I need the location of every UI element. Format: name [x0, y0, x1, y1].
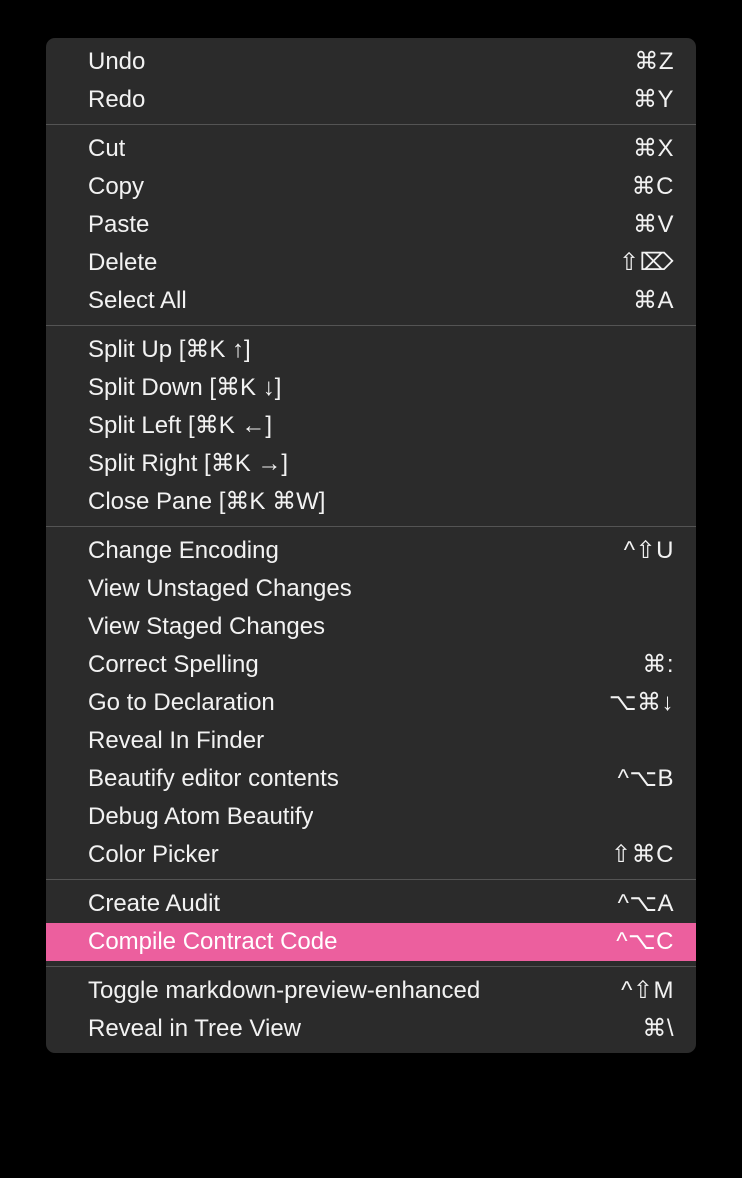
- menu-item-label: Delete: [88, 249, 158, 276]
- menu-item-undo[interactable]: Undo ⌘Z: [46, 43, 696, 81]
- menu-item-label: Correct Spelling: [88, 651, 259, 678]
- menu-item-close-pane[interactable]: Close Pane [⌘K ⌘W]: [46, 483, 696, 521]
- menu-item-shortcut: ⌘Z: [634, 48, 674, 75]
- menu-item-label: Split Right [⌘K →]: [88, 450, 289, 477]
- menu-item-label: Reveal in Tree View: [88, 1015, 301, 1042]
- menu-item-split-left[interactable]: Split Left [⌘K ←]: [46, 407, 696, 445]
- menu-item-label: Create Audit: [88, 890, 221, 917]
- menu-item-label: Split Left [⌘K ←]: [88, 412, 273, 439]
- menu-item-beautify-editor-contents[interactable]: Beautify editor contents ^⌥B: [46, 760, 696, 798]
- menu-item-view-staged-changes[interactable]: View Staged Changes: [46, 608, 696, 646]
- menu-item-color-picker[interactable]: Color Picker ⇧⌘C: [46, 836, 696, 874]
- menu-item-label: Debug Atom Beautify: [88, 803, 314, 830]
- menu-item-split-down[interactable]: Split Down [⌘K ↓]: [46, 369, 696, 407]
- menu-item-change-encoding[interactable]: Change Encoding ^⇧U: [46, 532, 696, 570]
- menu-item-shortcut: ^⌥C: [616, 928, 674, 955]
- menu-section-clipboard: Cut ⌘X Copy ⌘C Paste ⌘V Delete ⇧⌦ Select All ⌘A: [46, 130, 696, 320]
- menu-item-create-audit[interactable]: Create Audit ^⌥A: [46, 885, 696, 923]
- menu-item-label: Redo: [88, 86, 146, 113]
- menu-item-shortcut: ^⇧U: [623, 537, 674, 564]
- menu-section-view-tools: Toggle markdown-preview-enhanced ^⇧M Revea…: [46, 972, 696, 1048]
- menu-item-label: Compile Contract Code: [88, 928, 338, 955]
- menu-item-shortcut: ^⌥B: [617, 765, 674, 792]
- menu-separator: [46, 966, 696, 967]
- menu-item-shortcut: ⌘\: [642, 1015, 674, 1042]
- menu-item-view-unstaged-changes[interactable]: View Unstaged Changes: [46, 570, 696, 608]
- menu-item-label: Split Down [⌘K ↓]: [88, 374, 282, 401]
- menu-item-go-to-declaration[interactable]: Go to Declaration ⌥⌘↓: [46, 684, 696, 722]
- menu-item-label: View Staged Changes: [88, 613, 326, 640]
- context-menu: Undo ⌘Z Redo ⌘Y Cut ⌘X Copy ⌘C Paste ⌘V Delete ⇧⌦ Se…: [46, 38, 696, 1053]
- menu-item-label: Color Picker: [88, 841, 219, 868]
- menu-item-shortcut: ^⇧M: [621, 977, 674, 1004]
- menu-section-panes: Split Up [⌘K ↑] Split Down [⌘K ↓] Split Le…: [46, 331, 696, 521]
- menu-item-label: Paste: [88, 211, 150, 238]
- menu-item-label: Select All: [88, 287, 187, 314]
- menu-separator: [46, 325, 696, 326]
- menu-item-shortcut: ⌘C: [631, 173, 674, 200]
- menu-section-contract-tools: Create Audit ^⌥A Compile Contract Code ^⌥C: [46, 885, 696, 961]
- menu-item-label: Change Encoding: [88, 537, 279, 564]
- menu-item-label: Toggle markdown-preview-enhanced: [88, 977, 481, 1004]
- menu-item-label: Split Up [⌘K ↑]: [88, 336, 251, 363]
- menu-item-shortcut: ⇧⌦: [618, 249, 674, 276]
- menu-item-delete[interactable]: Delete ⇧⌦: [46, 244, 696, 282]
- menu-item-label: Copy: [88, 173, 145, 200]
- menu-section-history: Undo ⌘Z Redo ⌘Y: [46, 43, 696, 119]
- menu-item-paste[interactable]: Paste ⌘V: [46, 206, 696, 244]
- menu-item-label: Reveal In Finder: [88, 727, 265, 754]
- menu-item-correct-spelling[interactable]: Correct Spelling ⌘:: [46, 646, 696, 684]
- menu-item-label: Cut: [88, 135, 126, 162]
- menu-section-editor-tools: Change Encoding ^⇧U View Unstaged Changes V…: [46, 532, 696, 874]
- menu-item-shortcut: ⌘Y: [632, 86, 674, 113]
- menu-item-cut[interactable]: Cut ⌘X: [46, 130, 696, 168]
- menu-item-toggle-markdown-preview-enhanced[interactable]: Toggle markdown-preview-enhanced ^⇧M: [46, 972, 696, 1010]
- menu-separator: [46, 879, 696, 880]
- menu-item-label: View Unstaged Changes: [88, 575, 352, 602]
- menu-item-shortcut: ⌘X: [632, 135, 674, 162]
- menu-item-shortcut: ⌥⌘↓: [608, 689, 674, 716]
- menu-item-shortcut: ⌘V: [632, 211, 674, 238]
- menu-item-label: Go to Declaration: [88, 689, 275, 716]
- menu-separator: [46, 526, 696, 527]
- menu-item-split-up[interactable]: Split Up [⌘K ↑]: [46, 331, 696, 369]
- menu-item-split-right[interactable]: Split Right [⌘K →]: [46, 445, 696, 483]
- menu-item-select-all[interactable]: Select All ⌘A: [46, 282, 696, 320]
- menu-item-shortcut: ⇧⌘C: [611, 841, 674, 868]
- menu-item-shortcut: ⌘A: [632, 287, 674, 314]
- menu-item-shortcut: ⌘:: [642, 651, 674, 678]
- menu-item-shortcut: ^⌥A: [617, 890, 674, 917]
- menu-separator: [46, 124, 696, 125]
- menu-item-label: Close Pane [⌘K ⌘W]: [88, 488, 326, 515]
- menu-item-redo[interactable]: Redo ⌘Y: [46, 81, 696, 119]
- menu-item-label: Beautify editor contents: [88, 765, 339, 792]
- menu-item-compile-contract-code[interactable]: Compile Contract Code ^⌥C: [46, 923, 696, 961]
- menu-item-label: Undo: [88, 48, 146, 75]
- menu-item-debug-atom-beautify[interactable]: Debug Atom Beautify: [46, 798, 696, 836]
- menu-item-reveal-in-finder[interactable]: Reveal In Finder: [46, 722, 696, 760]
- menu-item-copy[interactable]: Copy ⌘C: [46, 168, 696, 206]
- menu-item-reveal-in-tree-view[interactable]: Reveal in Tree View ⌘\: [46, 1010, 696, 1048]
